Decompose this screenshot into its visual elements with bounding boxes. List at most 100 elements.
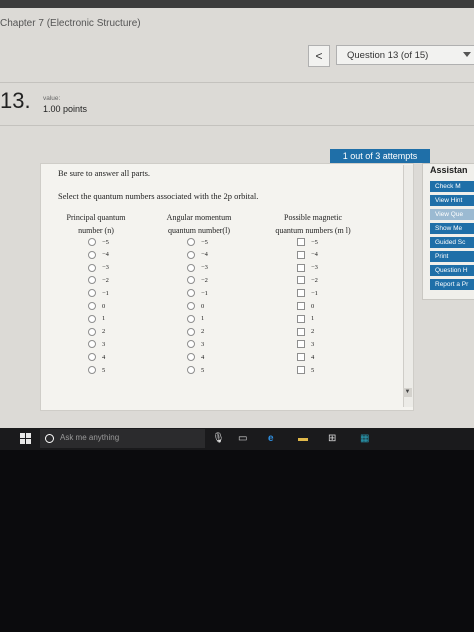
content-scrollbar[interactable] <box>403 165 413 407</box>
radio-button[interactable] <box>88 289 96 298</box>
principal-option[interactable]: −3 <box>88 263 109 273</box>
radio-button[interactable] <box>187 250 195 259</box>
angular-option[interactable]: 3 <box>187 339 204 349</box>
radio-button[interactable] <box>187 340 195 349</box>
radio-button[interactable] <box>187 263 195 272</box>
option-label: 1 <box>201 315 205 323</box>
assistance-button[interactable]: Print <box>430 251 474 262</box>
angular-option[interactable]: −1 <box>187 288 208 298</box>
option-label: −1 <box>201 289 208 297</box>
principal-option[interactable]: 1 <box>88 314 105 324</box>
magnetic-option[interactable]: 1 <box>297 314 314 324</box>
microphone-icon[interactable]: 🎙 <box>212 433 225 444</box>
windows-start-icon[interactable] <box>20 433 31 444</box>
file-explorer-icon[interactable]: ▬ <box>298 433 308 444</box>
magnetic-option[interactable]: −1 <box>297 288 318 298</box>
principal-option[interactable]: 2 <box>88 327 105 337</box>
radio-button[interactable] <box>187 327 195 336</box>
principal-option[interactable]: 3 <box>88 339 105 349</box>
radio-button[interactable] <box>88 353 96 362</box>
angular-option[interactable]: −5 <box>187 237 208 247</box>
radio-button[interactable] <box>88 327 96 336</box>
checkbox[interactable] <box>297 327 305 336</box>
magnetic-option[interactable]: 3 <box>297 339 314 349</box>
principal-option[interactable]: 4 <box>88 352 105 362</box>
checkbox[interactable] <box>297 238 305 246</box>
angular-option[interactable]: 2 <box>187 327 204 337</box>
window-top-bar <box>0 0 474 8</box>
magnetic-option[interactable]: −5 <box>297 237 318 247</box>
checkbox[interactable] <box>297 250 305 259</box>
magnetic-option[interactable]: 2 <box>297 327 314 337</box>
assistance-button[interactable]: Check M <box>430 181 474 192</box>
principal-option[interactable]: −5 <box>88 237 109 247</box>
attempts-badge: 1 out of 3 attempts <box>330 149 430 163</box>
option-label: 2 <box>201 328 205 336</box>
option-label: −3 <box>102 264 109 272</box>
principal-option[interactable]: −1 <box>88 288 109 298</box>
angular-option[interactable]: 4 <box>187 352 204 362</box>
checkbox[interactable] <box>297 276 305 285</box>
magnetic-option[interactable]: −3 <box>297 263 318 273</box>
radio-button[interactable] <box>187 314 195 323</box>
checkbox[interactable] <box>297 302 305 310</box>
assistance-button[interactable]: Question H <box>430 265 474 276</box>
radio-button[interactable] <box>88 263 96 272</box>
checkbox[interactable] <box>297 366 305 374</box>
angular-option[interactable]: 0 <box>187 301 204 311</box>
radio-button[interactable] <box>187 353 195 362</box>
checkbox[interactable] <box>297 314 305 323</box>
cortana-icon <box>45 434 54 443</box>
option-label: 3 <box>102 340 106 348</box>
radio-button[interactable] <box>88 250 96 259</box>
angular-option[interactable]: 1 <box>187 314 204 324</box>
checkbox[interactable] <box>297 353 305 362</box>
principal-option[interactable]: −4 <box>88 250 109 260</box>
assistance-button[interactable]: Report a Pr <box>430 279 474 290</box>
assistance-button[interactable]: View Que <box>430 209 474 220</box>
app-icon[interactable]: ▦ <box>360 433 369 444</box>
task-view-icon[interactable]: ▭ <box>238 433 247 444</box>
option-label: 4 <box>311 353 315 361</box>
magnetic-header-line2: quantum numbers (m l) <box>275 226 351 235</box>
magnetic-option[interactable]: 5 <box>297 365 314 375</box>
radio-button[interactable] <box>187 302 195 310</box>
previous-question-button[interactable]: < <box>308 45 330 67</box>
assistance-button[interactable]: Show Me <box>430 223 474 234</box>
principal-option[interactable]: 5 <box>88 365 105 375</box>
angular-option[interactable]: 5 <box>187 365 204 375</box>
scroll-down-icon[interactable]: ▼ <box>403 388 412 397</box>
checkbox[interactable] <box>297 289 305 298</box>
magnetic-option[interactable]: 4 <box>297 352 314 362</box>
option-label: −3 <box>201 264 208 272</box>
assistance-button[interactable]: Guided Sc <box>430 237 474 248</box>
radio-button[interactable] <box>187 238 195 246</box>
radio-button[interactable] <box>187 289 195 298</box>
angular-option[interactable]: −3 <box>187 263 208 273</box>
radio-button[interactable] <box>88 238 96 246</box>
radio-button[interactable] <box>88 314 96 323</box>
principal-option[interactable]: 0 <box>88 301 105 311</box>
option-label: 2 <box>311 328 315 336</box>
magnetic-option[interactable]: −2 <box>297 275 318 285</box>
principal-option[interactable]: −2 <box>88 275 109 285</box>
checkbox[interactable] <box>297 263 305 272</box>
edge-browser-icon[interactable]: e <box>268 433 274 444</box>
option-label: 3 <box>311 340 315 348</box>
radio-button[interactable] <box>187 366 195 374</box>
radio-button[interactable] <box>88 276 96 285</box>
checkbox[interactable] <box>297 340 305 349</box>
option-label: −5 <box>201 238 208 246</box>
question-select[interactable]: Question 13 (of 15) <box>336 45 474 65</box>
assistance-button[interactable]: View Hint <box>430 195 474 206</box>
radio-button[interactable] <box>88 340 96 349</box>
radio-button[interactable] <box>88 366 96 374</box>
radio-button[interactable] <box>187 276 195 285</box>
magnetic-option[interactable]: 0 <box>297 301 314 311</box>
store-icon[interactable]: ⊞ <box>328 433 336 444</box>
angular-option[interactable]: −2 <box>187 275 208 285</box>
angular-option[interactable]: −4 <box>187 250 208 260</box>
radio-button[interactable] <box>88 302 96 310</box>
magnetic-option[interactable]: −4 <box>297 250 318 260</box>
option-label: −4 <box>311 251 318 259</box>
